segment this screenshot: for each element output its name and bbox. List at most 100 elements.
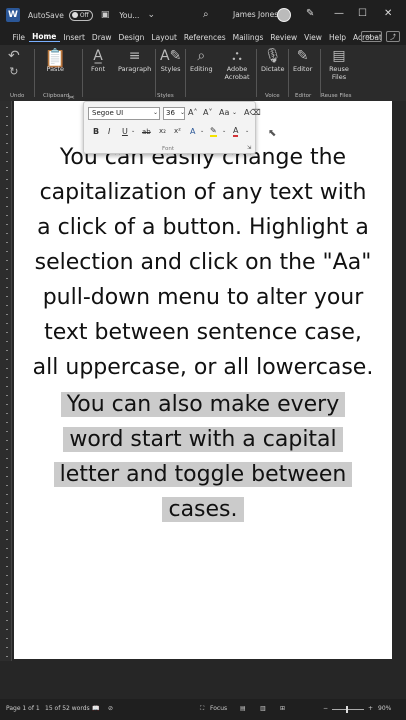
paragraph-label: Paragraph xyxy=(118,65,152,73)
highlight-chevron-icon[interactable]: ⌄ xyxy=(222,128,226,134)
strikethrough-button[interactable]: ab xyxy=(142,128,151,136)
zoom-slider[interactable] xyxy=(332,709,364,710)
user-name[interactable]: James Jones xyxy=(233,10,278,19)
autosave-toggle[interactable]: Off xyxy=(68,9,93,21)
proofing-icon[interactable]: 📖 xyxy=(92,705,99,712)
dictate-button[interactable]: 🎙 Dictate xyxy=(261,48,284,73)
ruler-tick xyxy=(6,314,8,315)
adobe-acrobat-icon: ⛬ xyxy=(232,48,242,64)
change-case-button[interactable]: Aa xyxy=(219,108,229,117)
ruler-tick xyxy=(6,521,8,522)
font-dialog-launcher-icon[interactable]: ⇲ xyxy=(247,145,251,151)
font-color-chevron-icon[interactable]: ⌄ xyxy=(245,128,249,134)
ruler-tick xyxy=(6,413,8,414)
tab-mailings[interactable]: Mailings xyxy=(229,33,267,42)
underline-button[interactable]: U xyxy=(122,127,128,136)
grow-font-button[interactable]: A˄ xyxy=(188,108,197,117)
ruler-tick xyxy=(6,539,8,540)
font-size-chevron-icon[interactable]: ⌄ xyxy=(180,109,185,116)
ruler-tick xyxy=(6,251,8,252)
paragraph-1[interactable]: You can easily change the capitalization… xyxy=(28,140,378,385)
ruler-tick xyxy=(6,620,8,621)
editor-icon: ✎ xyxy=(296,48,309,64)
paste-label: Paste xyxy=(46,65,64,73)
tab-insert[interactable]: Insert xyxy=(60,33,89,42)
avatar[interactable] xyxy=(277,8,291,22)
tab-review[interactable]: Review xyxy=(267,33,301,42)
font-color-icon[interactable]: A xyxy=(233,126,239,137)
superscript-button[interactable]: x² xyxy=(174,127,181,135)
paste-button[interactable]: 📋 Paste xyxy=(44,48,66,73)
chevron-down-icon[interactable]: ⌄ xyxy=(147,10,155,20)
mouse-cursor-icon: ⬉ xyxy=(268,128,277,139)
pen-icon[interactable]: ✎ xyxy=(306,8,314,19)
page-count[interactable]: Page 1 of 1 xyxy=(6,705,40,712)
text-effects-chevron-icon[interactable]: ⌄ xyxy=(200,128,204,134)
paragraph-button[interactable]: ≡ Paragraph xyxy=(118,48,151,73)
read-mode-icon[interactable]: ▤ xyxy=(240,705,246,712)
group-label-voice: Voice xyxy=(265,93,280,99)
tab-view[interactable]: View xyxy=(301,33,326,42)
share-icon[interactable]: ⤴ xyxy=(385,31,400,42)
document-title[interactable]: You... xyxy=(119,11,139,20)
focus-label[interactable]: Focus xyxy=(210,705,227,712)
highlight-color-icon[interactable]: ✎ xyxy=(210,126,217,137)
paragraph-2[interactable]: You can also make every word start with a… xyxy=(28,387,378,527)
tab-file[interactable]: File xyxy=(9,33,29,42)
tab-draw[interactable]: Draw xyxy=(88,33,115,42)
minimize-icon[interactable]: — xyxy=(334,8,344,19)
styles-button[interactable]: A✎ Styles xyxy=(160,48,181,73)
selected-text-line[interactable]: letter and toggle between xyxy=(53,462,353,487)
ruler-tick xyxy=(6,260,8,261)
save-icon[interactable]: ▣ xyxy=(101,10,110,20)
tab-references[interactable]: References xyxy=(180,33,229,42)
ruler-tick xyxy=(6,269,8,270)
maximize-icon[interactable]: ☐ xyxy=(358,8,367,19)
group-label-clipboard: Clipboard xyxy=(43,93,70,99)
font-button[interactable]: A̲ Font xyxy=(91,48,105,73)
tab-help[interactable]: Help xyxy=(325,33,349,42)
tab-layout[interactable]: Layout xyxy=(148,33,181,42)
subscript-button[interactable]: x₂ xyxy=(159,127,166,135)
tab-home[interactable]: Home xyxy=(28,32,60,42)
focus-icon[interactable]: ⛶ xyxy=(200,705,204,713)
ruler-tick xyxy=(6,395,8,396)
search-icon[interactable]: ⌕ xyxy=(203,9,209,20)
italic-button[interactable]: I xyxy=(108,127,110,136)
selected-text-line[interactable]: You can also make every xyxy=(60,392,346,417)
editor-button[interactable]: ✎ Editor xyxy=(293,48,312,73)
change-case-chevron-icon[interactable]: ⌄ xyxy=(232,109,237,116)
text-line: cases. xyxy=(28,492,378,527)
close-icon[interactable]: ✕ xyxy=(384,8,392,19)
word-count[interactable]: 15 of 52 words xyxy=(45,705,90,712)
reuse-files-button[interactable]: ▤ Reuse Files xyxy=(325,48,353,81)
accessibility-icon[interactable]: ⊘ xyxy=(108,705,113,712)
underline-chevron-icon[interactable]: ⌄ xyxy=(131,128,135,134)
text-effects-icon[interactable]: A xyxy=(190,127,195,136)
ruler-tick xyxy=(6,197,8,198)
zoom-in-icon[interactable]: + xyxy=(368,705,373,712)
shrink-font-button[interactable]: A˅ xyxy=(203,108,212,117)
tab-design[interactable]: Design xyxy=(115,33,148,42)
word-logo-icon: W xyxy=(6,8,20,22)
print-layout-icon[interactable]: ▥ xyxy=(260,705,266,712)
zoom-level[interactable]: 90% xyxy=(378,705,391,712)
font-name-select[interactable]: Segoe UI xyxy=(88,107,160,120)
editing-label: Editing xyxy=(190,65,213,73)
ruler-tick xyxy=(6,206,8,207)
document-text[interactable]: You can easily change the capitalization… xyxy=(28,140,378,527)
bold-button[interactable]: B xyxy=(93,127,99,136)
ruler-tick xyxy=(6,116,8,117)
zoom-slider-thumb[interactable] xyxy=(346,706,348,713)
adobe-acrobat-button[interactable]: ⛬ Adobe Acrobat xyxy=(222,48,252,81)
comments-icon[interactable]: ▭ ⌄ xyxy=(361,31,382,42)
selected-text-line[interactable]: word start with a capital xyxy=(63,427,343,452)
selected-text-line[interactable]: cases. xyxy=(162,497,244,522)
font-name-chevron-icon[interactable]: ⌄ xyxy=(153,109,158,116)
undo-button[interactable]: ↶ ↻ xyxy=(8,48,20,82)
web-layout-icon[interactable]: ⊞ xyxy=(280,705,285,712)
ruler-tick xyxy=(6,134,8,135)
zoom-out-icon[interactable]: − xyxy=(323,705,328,712)
editing-button[interactable]: ⌕ Editing xyxy=(190,48,213,73)
clear-formatting-icon[interactable]: A⌫ xyxy=(244,108,261,117)
